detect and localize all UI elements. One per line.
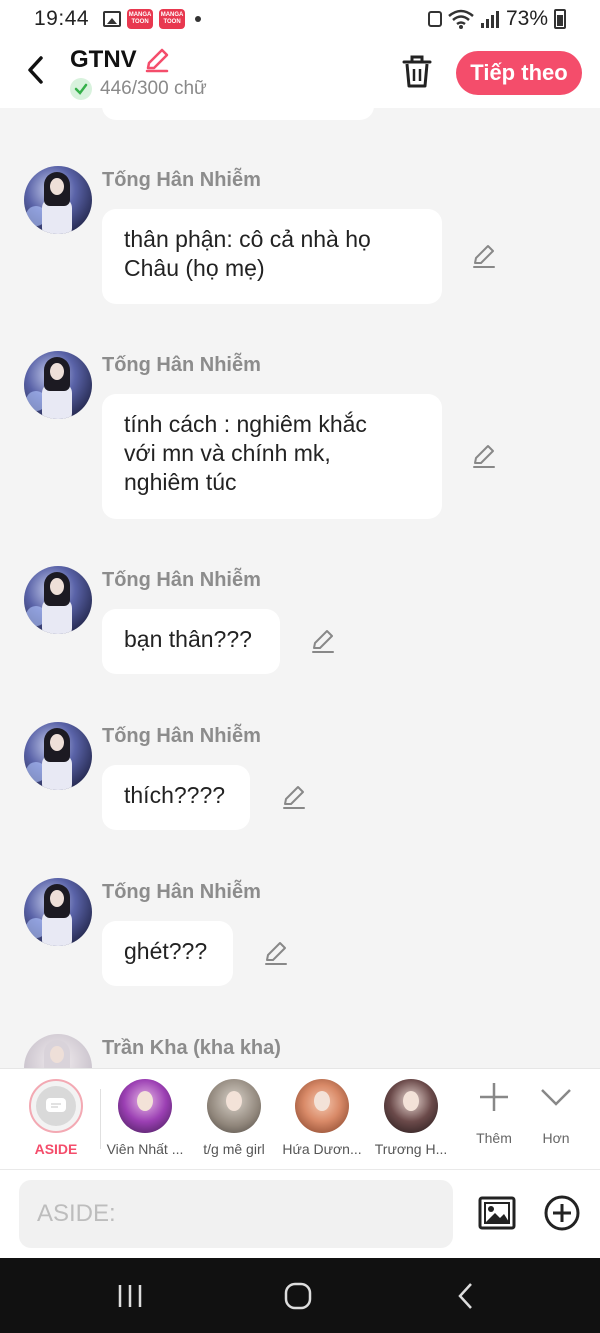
recent-apps-icon	[118, 1285, 142, 1307]
character-3[interactable]: Hứa Dươn...	[277, 1079, 367, 1157]
image-icon[interactable]	[478, 1194, 516, 1232]
battery-percent: 73%	[505, 7, 548, 30]
avatar	[295, 1079, 349, 1133]
trash-icon[interactable]	[400, 52, 434, 90]
avatar	[118, 1079, 172, 1133]
sender-name: Tống Hân Nhiễm	[102, 725, 261, 747]
next-button[interactable]: Tiếp theo	[456, 51, 582, 95]
word-count: 446/300 chữ	[70, 78, 207, 100]
check-icon	[70, 78, 92, 100]
more-button[interactable]: Hơn	[526, 1081, 586, 1146]
avatar	[384, 1079, 438, 1133]
character-label: Viên Nhất ...	[106, 1141, 184, 1157]
character-4[interactable]: Trương H...	[366, 1079, 456, 1157]
character-aside[interactable]: ASIDE	[11, 1079, 101, 1157]
avatar[interactable]	[24, 351, 92, 419]
message-bubble[interactable]: bạn thân???	[102, 609, 280, 674]
character-2[interactable]: t/g mê girl	[189, 1079, 279, 1157]
message-line: bạn thân???	[124, 626, 252, 652]
previous-message-bubble[interactable]	[102, 108, 374, 120]
input-bar	[0, 1169, 600, 1258]
message-bubble[interactable]: thích????	[102, 765, 250, 830]
add-character-button[interactable]: Thêm	[464, 1081, 524, 1146]
avatar[interactable]	[24, 722, 92, 790]
wifi-icon	[448, 9, 474, 29]
edit-title-pencil-icon[interactable]	[143, 46, 171, 74]
sender-name: Tống Hân Nhiễm	[102, 354, 261, 376]
avatar[interactable]	[24, 878, 92, 946]
speech-bubble-icon	[46, 1098, 66, 1112]
message-line: ghét???	[124, 938, 208, 964]
signal-icon	[480, 11, 499, 28]
edit-pencil-icon[interactable]	[471, 243, 497, 269]
more-label: Hơn	[542, 1130, 570, 1146]
add-label: Thêm	[476, 1130, 512, 1146]
battery-icon	[554, 9, 566, 29]
status-time: 19:44	[34, 7, 90, 30]
editor-header: GTNV 446/300 chữ Tiếp theo	[0, 38, 600, 108]
character-label: t/g mê girl	[203, 1141, 265, 1157]
home-button[interactable]	[278, 1280, 318, 1312]
aside-avatar	[29, 1079, 83, 1133]
battery-saver-icon	[427, 11, 442, 27]
sender-name: Tống Hân Nhiễm	[102, 169, 261, 191]
mangatoon-notification-icon-2: MANGA TOON	[159, 9, 186, 29]
word-count-text: 446/300 chữ	[100, 78, 207, 99]
edit-pencil-icon[interactable]	[281, 784, 307, 810]
gallery-icon	[103, 11, 122, 27]
message-bubble[interactable]: ghét???	[102, 921, 233, 986]
chat-list[interactable]: Tống Hân Nhiễm thân phận: cô cả nhà họ C…	[0, 108, 600, 1068]
character-label: Hứa Dươn...	[282, 1141, 362, 1157]
page-title-row: GTNV	[70, 46, 171, 74]
page-title: GTNV	[70, 46, 137, 73]
avatar[interactable]	[24, 1034, 92, 1068]
add-circle-icon[interactable]	[543, 1194, 581, 1232]
back-button[interactable]	[20, 52, 50, 88]
avatar	[207, 1079, 261, 1133]
character-1[interactable]: Viên Nhất ...	[100, 1079, 190, 1157]
edit-pencil-icon[interactable]	[471, 443, 497, 469]
message-input[interactable]	[19, 1180, 453, 1248]
message-line: với mn và chính mk,	[124, 440, 331, 466]
status-bar: 19:44 MANGA TOON MANGA TOON 73%	[0, 0, 600, 38]
plus-icon	[480, 1083, 508, 1111]
message-line: Châu (họ mẹ)	[124, 255, 265, 281]
character-selector: ASIDE Viên Nhất ... t/g mê girl Hứa Dươn…	[0, 1068, 600, 1169]
message-bubble[interactable]: tính cách : nghiêm khắc với mn và chính …	[102, 394, 442, 519]
home-icon	[284, 1282, 312, 1310]
message-line: thân phận: cô cả nhà họ	[124, 226, 371, 252]
back-nav-button[interactable]	[446, 1280, 486, 1312]
sender-name: Trần Kha (kha kha)	[102, 1037, 281, 1059]
mangatoon-notification-icon: MANGA TOON	[127, 9, 154, 29]
sender-name: Tống Hân Nhiễm	[102, 881, 261, 903]
edit-pencil-icon[interactable]	[310, 628, 336, 654]
chevron-left-icon	[28, 56, 43, 84]
message-bubble[interactable]: thân phận: cô cả nhà họ Châu (họ mẹ)	[102, 209, 442, 304]
avatar[interactable]	[24, 166, 92, 234]
message-line: nghiêm túc	[124, 469, 237, 495]
sender-name: Tống Hân Nhiễm	[102, 569, 261, 591]
message-line: thích????	[124, 782, 226, 808]
system-nav-bar	[0, 1258, 600, 1333]
avatar[interactable]	[24, 566, 92, 634]
character-label: Trương H...	[374, 1141, 448, 1157]
recent-apps-button[interactable]	[110, 1280, 150, 1312]
character-label: ASIDE	[34, 1141, 78, 1157]
message-line: tính cách : nghiêm khắc	[124, 411, 367, 437]
chevron-down-icon	[541, 1089, 571, 1106]
more-notifications-dot	[195, 16, 202, 22]
back-nav-icon	[458, 1283, 472, 1309]
edit-pencil-icon[interactable]	[263, 940, 289, 966]
